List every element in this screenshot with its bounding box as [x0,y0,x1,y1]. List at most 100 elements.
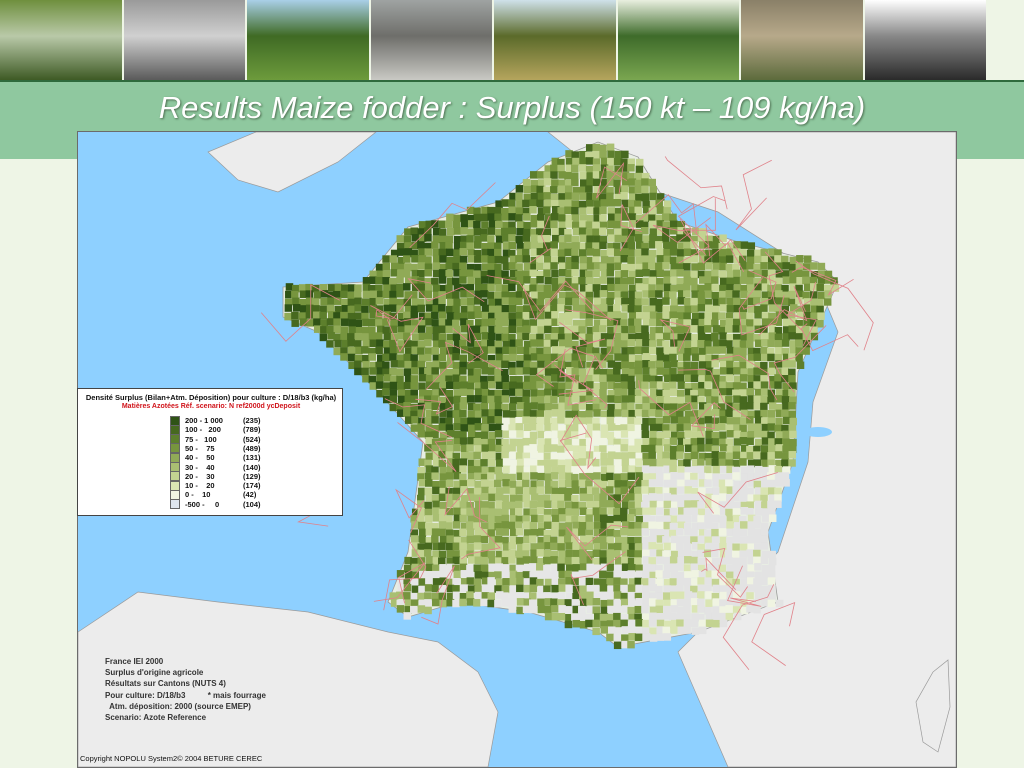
surplus-cell [425,556,433,564]
surplus-cell [522,311,531,320]
surplus-cell [669,507,678,516]
surplus-cell [375,346,383,355]
surplus-cell [494,515,503,524]
surplus-cell [424,592,432,600]
surplus-cell [753,395,761,404]
surplus-cell [627,368,636,377]
surplus-cell [620,333,629,341]
surplus-cell [516,228,524,236]
surplus-cell [669,311,677,319]
surplus-cell [529,535,537,543]
surplus-cell [768,557,777,566]
surplus-cell [459,557,468,565]
surplus-cell [690,472,698,481]
surplus-cell [712,584,720,593]
surplus-cell [697,522,705,530]
surplus-cell [557,465,566,473]
surplus-cell [481,409,489,417]
surplus-cell [515,494,524,502]
surplus-cell [459,473,467,481]
surplus-cell [816,319,824,328]
surplus-cell [410,535,419,543]
surplus-cell [438,493,447,502]
surplus-cell [557,592,566,600]
surplus-cell [704,389,713,397]
surplus-cell [431,395,439,403]
surplus-cell [705,619,714,628]
surplus-cell [460,227,468,235]
surplus-cell [460,424,468,432]
surplus-cell [586,521,594,530]
surplus-cell [431,277,439,286]
surplus-cell [495,353,504,362]
surplus-cell [474,263,482,272]
surplus-cell [606,192,614,201]
surplus-cell [473,241,482,249]
surplus-cell [627,276,635,285]
surplus-cell [684,571,692,579]
surplus-cell [529,206,537,214]
surplus-cell [382,277,390,285]
surplus-cell [586,591,594,600]
legend-range: 200 - 1 000 [185,416,223,425]
surplus-cell [683,248,692,257]
tree-sketch-photo [864,0,986,80]
surplus-cell [452,591,461,600]
surplus-cell [474,472,482,481]
surplus-cell [754,430,762,438]
surplus-cell [592,228,600,237]
surplus-cell [621,521,630,529]
surplus-cell [572,619,581,628]
surplus-cell [543,178,552,186]
info-line: Résultats sur Cantons (NUTS 4) [105,679,226,689]
surplus-cell [641,332,649,340]
surplus-cell [592,437,601,446]
surplus-cell [606,143,615,152]
surplus-cell [333,347,341,356]
surplus-cell [488,305,497,314]
surplus-cell [543,171,551,180]
surplus-cell [607,451,616,459]
surplus-cell [494,535,503,544]
surplus-cell [410,599,419,607]
surplus-cell [684,395,693,403]
surplus-cell [585,284,593,293]
surplus-cell [425,437,433,445]
surplus-cell [557,416,565,424]
surplus-cell [459,354,468,363]
surplus-cell [781,472,790,480]
surplus-cell [676,451,684,459]
legend-swatch [170,499,180,510]
legend-range: 50 - 75 [185,443,215,453]
surplus-cell [305,290,314,298]
surplus-cell [439,466,447,475]
surplus-cell [487,291,495,300]
surplus-cell [291,311,299,320]
surplus-cell [683,564,692,572]
surplus-cell [746,388,754,396]
cattle-pasture-photo [494,0,616,80]
surplus-cell [515,536,524,545]
surplus-cell [508,234,516,242]
surplus-cell [606,297,614,306]
surplus-cell [564,522,573,530]
surplus-cell [516,598,525,606]
surplus-cell [564,171,572,180]
surplus-cell [579,171,587,180]
surplus-cell [697,458,705,467]
legend-entry: 40 - 50 (131) [170,452,261,463]
map-legend: Densité Surplus (Bilan+Atm. Déposition) … [77,388,343,516]
surplus-cell [501,528,510,536]
surplus-cell [816,283,824,292]
surplus-cell [565,459,573,467]
surplus-cell [487,480,495,488]
surplus-cell [586,493,594,502]
surplus-cell [641,381,649,390]
surplus-cell [529,367,538,376]
surplus-cell [389,353,397,361]
surplus-cell [522,605,531,614]
surplus-cell [411,416,419,424]
surplus-cell [424,501,432,510]
surplus-cell [544,410,552,418]
tractor-field-photo [0,0,122,80]
